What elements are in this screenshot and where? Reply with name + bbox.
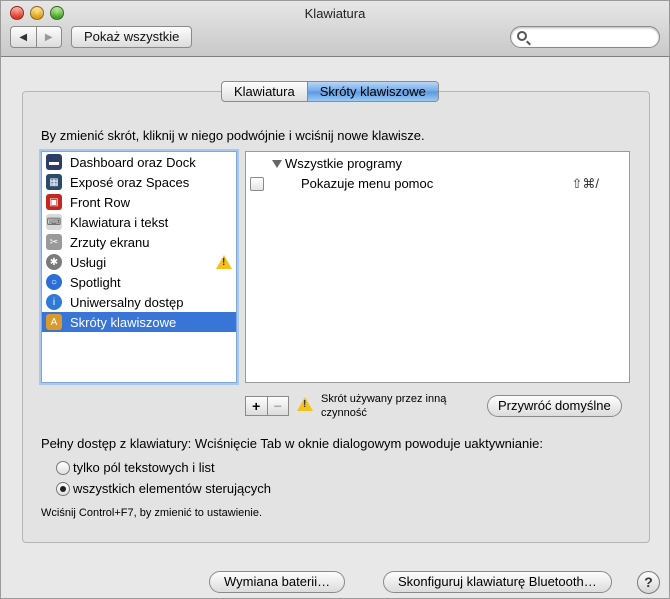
dashboard-icon: ▬ — [46, 154, 62, 170]
add-shortcut-button[interactable]: + — [246, 397, 267, 415]
full-access-label: Pełny dostęp z klawiatury: Wciśnięcie Ta… — [41, 436, 543, 451]
back-arrow-icon: ◀ — [19, 31, 28, 43]
group-row[interactable]: Wszystkie programy — [272, 156, 402, 171]
search-field[interactable] — [510, 26, 660, 48]
shortcut-checkbox[interactable] — [250, 177, 264, 191]
radio-label: wszystkich elementów sterujących — [73, 481, 271, 496]
category-label: Usługi — [70, 254, 107, 270]
category-label: Dashboard oraz Dock — [70, 154, 196, 170]
search-input[interactable] — [531, 29, 651, 45]
category-item[interactable]: ○ Spotlight — [42, 272, 236, 292]
shortcut-row[interactable]: Pokazuje menu pomoc ⇧⌘/ — [246, 174, 629, 194]
instructions-text: By zmienić skrót, kliknij w niego podwój… — [41, 128, 425, 143]
search-icon — [517, 31, 527, 41]
shortcut-list[interactable]: Wszystkie programy Pokazuje menu pomoc ⇧… — [245, 151, 630, 383]
category-label: Uniwersalny dostęp — [70, 294, 184, 310]
radio-text-boxes-option[interactable]: tylko pól tekstowych i list — [56, 460, 215, 475]
add-remove-control: + − — [245, 396, 289, 416]
warning-icon — [297, 397, 313, 411]
category-item[interactable]: ✂ Zrzuty ekranu — [42, 232, 236, 252]
radio-button[interactable] — [56, 460, 70, 475]
category-label: Zrzuty ekranu — [70, 234, 150, 250]
category-label: Klawiatura i tekst — [70, 214, 169, 230]
radio-all-controls-option[interactable]: wszystkich elementów sterujących — [56, 481, 271, 496]
tab-bar: Klawiatura Skróty klawiszowe — [221, 81, 439, 102]
category-item[interactable]: i Uniwersalny dostęp — [42, 292, 236, 312]
show-all-button[interactable]: Pokaż wszystkie — [71, 26, 193, 48]
front-row-icon: ▣ — [46, 194, 62, 210]
conflict-note: Skrót używany przez inną czynność — [321, 393, 447, 419]
forward-button[interactable]: ▶ — [35, 27, 62, 47]
keyboard-icon: ⌨ — [46, 214, 62, 230]
category-item[interactable]: ▦ Exposé oraz Spaces — [42, 172, 236, 192]
radio-label: tylko pól tekstowych i list — [73, 460, 215, 475]
category-item[interactable]: ▬ Dashboard oraz Dock — [42, 152, 236, 172]
shortcut-label: Pokazuje menu pomoc — [301, 176, 434, 191]
battery-replacement-button[interactable]: Wymiana baterii… — [209, 571, 346, 593]
category-item[interactable]: ⌨ Klawiatura i tekst — [42, 212, 236, 232]
category-item-selected[interactable]: A Skróty klawiszowe — [42, 312, 236, 332]
app-shortcuts-icon: A — [46, 314, 62, 330]
group-label: Wszystkie programy — [285, 156, 403, 171]
preferences-window: Klawiatura ◀ ▶ Pokaż wszystkie Klawiatur… — [0, 0, 670, 599]
category-label: Spotlight — [70, 274, 121, 290]
window-title: Klawiatura — [304, 6, 366, 21]
category-label: Front Row — [70, 194, 130, 210]
radio-button[interactable] — [56, 481, 70, 496]
configure-bluetooth-keyboard-button[interactable]: Skonfiguruj klawiaturę Bluetooth… — [383, 571, 612, 593]
remove-shortcut-button[interactable]: − — [266, 397, 289, 415]
screenshot-icon: ✂ — [46, 234, 62, 250]
shortcut-keys[interactable]: ⇧⌘/ — [571, 176, 599, 192]
help-button[interactable]: ? — [637, 571, 660, 594]
category-item[interactable]: ▣ Front Row — [42, 192, 236, 212]
restore-defaults-button[interactable]: Przywróć domyślne — [487, 395, 622, 417]
category-list[interactable]: ▬ Dashboard oraz Dock ▦ Exposé oraz Spac… — [41, 151, 237, 383]
expose-icon: ▦ — [46, 174, 62, 190]
toolbar: ◀ ▶ Pokaż wszystkie — [10, 26, 660, 50]
hint-text: Wciśnij Control+F7, by zmienić to ustawi… — [41, 507, 262, 519]
warning-icon — [216, 255, 232, 269]
category-label: Exposé oraz Spaces — [70, 174, 190, 190]
category-label: Skróty klawiszowe — [70, 314, 177, 330]
back-button[interactable]: ◀ — [11, 27, 36, 47]
gear-icon: ✱ — [46, 254, 62, 270]
nav-segment: ◀ ▶ — [10, 26, 62, 48]
category-item[interactable]: ✱ Usługi — [42, 252, 236, 272]
tab-keyboard[interactable]: Klawiatura — [222, 82, 307, 101]
disclosure-triangle-icon[interactable] — [272, 159, 282, 168]
accessibility-icon: i — [46, 294, 62, 310]
spotlight-icon: ○ — [46, 274, 62, 290]
tab-keyboard-shortcuts[interactable]: Skróty klawiszowe — [306, 82, 438, 101]
forward-arrow-icon: ▶ — [44, 31, 53, 43]
title-bar: Klawiatura ◀ ▶ Pokaż wszystkie — [1, 1, 669, 57]
